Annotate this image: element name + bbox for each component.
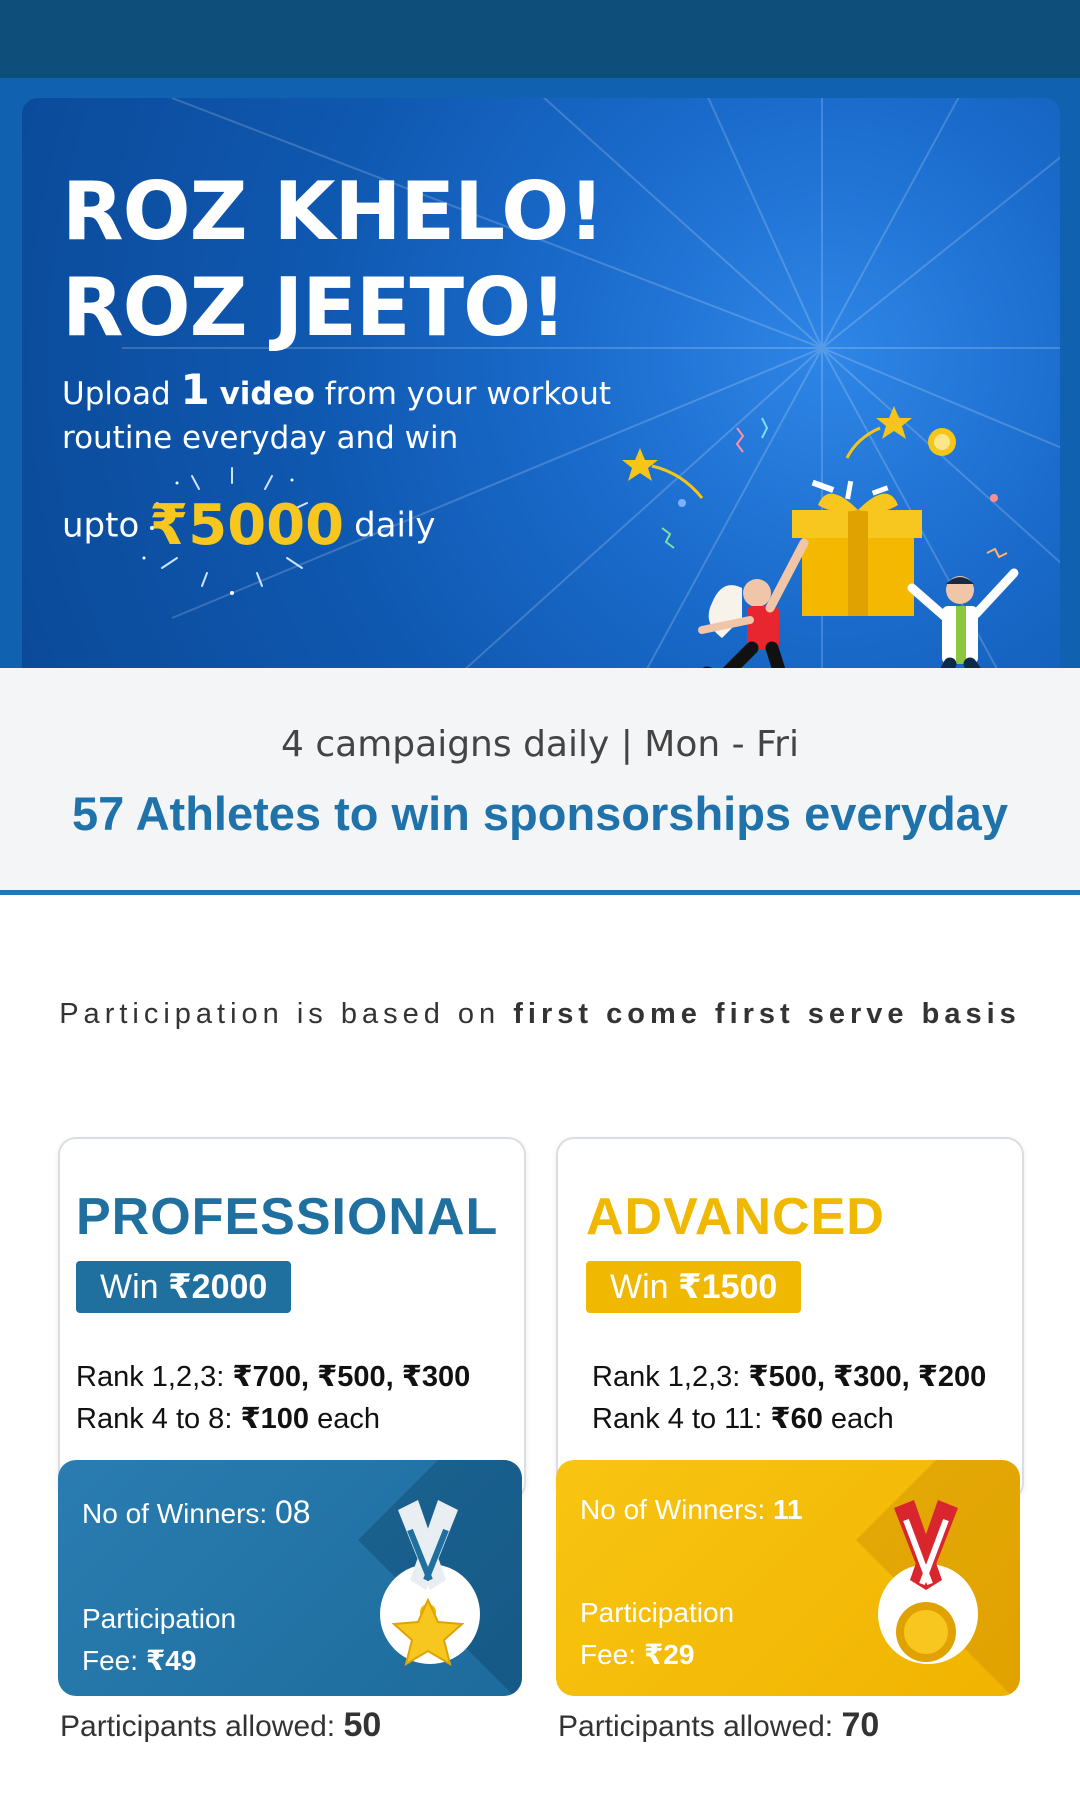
fee-line2: Fee: ₹49 [82,1640,236,1682]
rank-suffix: each [830,1403,894,1435]
rank-prizes: Rank 1,2,3: ₹700, ₹500, ₹300 Rank 4 to 8… [76,1356,470,1440]
hero-banner-section: ROZ KHELO! ROZ JEETO! Upload 1 video fro… [0,78,1080,668]
allowed-label: Participants allowed: [60,1710,336,1743]
top-app-bar [0,0,1080,78]
plan-card-professional[interactable]: PROFESSIONAL Win ₹2000 Rank 1,2,3: ₹700,… [58,1137,526,1501]
fee-line1: Participation [580,1597,735,1628]
winners-count: No of Winners: 11 [580,1494,803,1526]
basis-bold: first come first serve basis [513,998,1021,1030]
hero-subtitle-bold: video [219,376,315,412]
win-badge: Win ₹2000 [76,1261,292,1313]
star-medal-icon [391,1500,465,1667]
winners-value: 08 [274,1494,311,1530]
rank-value: ₹60 [770,1403,823,1435]
celebration-illustration [622,406,1019,668]
allowed-value: 70 [841,1706,880,1744]
rank-row-rest: Rank 4 to 8: ₹100 each [76,1398,470,1440]
hero-subtitle-pre: Upload [62,376,171,412]
gift-box-icon [792,493,922,616]
rank-label: Rank 1,2,3: [592,1361,741,1393]
plan-card-advanced[interactable]: ADVANCED Win ₹1500 Rank 1,2,3: ₹500, ₹30… [556,1137,1024,1501]
allowed-label: Participants allowed: [558,1710,834,1743]
plan-panel-professional[interactable]: No of Winners: 08 Participation Fee: ₹49 [58,1460,522,1696]
winners-label: No of Winners: [580,1494,766,1525]
man-figure [907,568,1019,668]
participation-fee: Participation Fee: ₹49 [82,1598,236,1682]
win-amount: ₹1500 [678,1268,778,1306]
hero-subtitle: Upload 1 video from your workout routine… [62,368,622,460]
woman-figure [698,538,809,668]
rank-value: ₹100 [240,1403,310,1435]
participants-allowed: Participants allowed: 70 [558,1706,879,1745]
fee-line1: Participation [82,1603,237,1634]
fee-line2: Fee: ₹29 [580,1634,734,1676]
rank-label: Rank 4 to 11: [592,1403,763,1435]
win-amount: ₹2000 [168,1268,268,1306]
hero-subtitle-number: 1 [180,365,210,414]
rank-suffix: each [317,1403,380,1435]
gold-medal-icon [894,1500,958,1662]
participation-basis-text: Participation is based on first come fir… [0,998,1080,1031]
hero-prize: upto ₹5000 daily [62,493,436,558]
participants-allowed: Participants allowed: 50 [60,1706,381,1745]
fee-label: Fee: [580,1639,637,1670]
hero-prize-amount: ₹5000 [149,493,345,558]
rank-row-top3: Rank 1,2,3: ₹500, ₹300, ₹200 [592,1356,986,1398]
campaigns-text: 4 campaigns daily | Mon - Fri [281,724,799,765]
rank-prizes: Rank 1,2,3: ₹500, ₹300, ₹200 Rank 4 to 1… [592,1356,986,1440]
campaign-info-band: 4 campaigns daily | Mon - Fri 57 Athlete… [0,668,1080,895]
fee-value: ₹49 [145,1645,197,1676]
allowed-value: 50 [343,1706,382,1744]
winners-count: No of Winners: 08 [82,1494,311,1531]
rank-row-rest: Rank 4 to 11: ₹60 each [592,1398,986,1440]
rank-row-top3: Rank 1,2,3: ₹700, ₹500, ₹300 [76,1356,470,1398]
win-label: Win [100,1268,159,1306]
rank-label: Rank 1,2,3: [76,1361,225,1393]
participation-fee: Participation Fee: ₹29 [580,1592,734,1676]
hero-prize-pre: upto [62,505,140,546]
rank-values: ₹700, ₹500, ₹300 [232,1361,471,1393]
hero-title-line-2: ROZ JEETO! [62,261,567,354]
hero-prize-post: daily [354,505,436,546]
hero-title: ROZ KHELO! ROZ JEETO! [62,164,605,356]
basis-pre: Participation is based on [59,998,501,1030]
rank-label: Rank 4 to 8: [76,1403,233,1435]
plan-panel-advanced[interactable]: No of Winners: 11 Participation Fee: ₹29 [556,1460,1020,1696]
hero-banner: ROZ KHELO! ROZ JEETO! Upload 1 video fro… [22,98,1060,668]
winners-label: No of Winners: [82,1498,268,1529]
hero-title-line-1: ROZ KHELO! [62,165,605,258]
plan-title: ADVANCED [586,1188,885,1246]
win-label: Win [610,1268,669,1306]
fee-label: Fee: [82,1645,139,1676]
win-badge: Win ₹1500 [586,1261,802,1313]
fee-value: ₹29 [643,1639,695,1670]
winners-value: 11 [772,1494,803,1525]
rank-values: ₹500, ₹300, ₹200 [748,1361,987,1393]
athletes-headline: 57 Athletes to win sponsorships everyday [72,787,1008,840]
plan-title: PROFESSIONAL [76,1188,499,1246]
